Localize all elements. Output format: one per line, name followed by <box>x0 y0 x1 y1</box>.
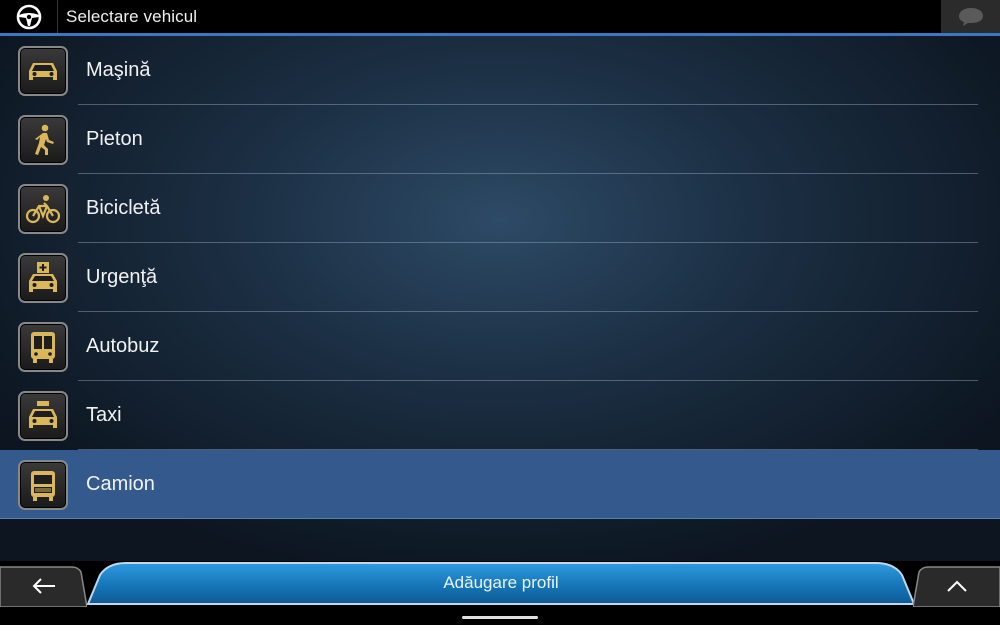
pedestrian-icon <box>18 115 68 165</box>
title-bar: Selectare vehicul <box>0 0 1000 33</box>
vehicle-label: Pieton <box>86 128 143 150</box>
page-title: Selectare vehicul <box>66 6 198 26</box>
steering-wheel-icon[interactable] <box>0 0 58 33</box>
vehicle-label: Maşină <box>86 59 151 81</box>
back-button[interactable] <box>0 564 87 607</box>
scroll-up-button[interactable] <box>913 564 1000 607</box>
row-divider <box>0 518 1000 519</box>
add-profile-label: Adăugare profil <box>443 573 559 592</box>
ambulance-icon <box>18 253 68 303</box>
vehicle-row-taxi[interactable]: Taxi <box>0 381 1000 450</box>
vehicle-row-masina[interactable]: Maşină <box>0 36 1000 105</box>
bus-icon <box>18 322 68 372</box>
vehicle-label: Camion <box>86 473 155 495</box>
speech-bubble-icon <box>958 7 983 26</box>
vehicle-row-bicicleta[interactable]: Bicicletă <box>0 174 1000 243</box>
vehicle-label: Taxi <box>86 404 122 426</box>
bottom-bar: Adăugare profil <box>0 561 1000 625</box>
vehicle-row-urgenta[interactable]: Urgenţă <box>0 243 1000 312</box>
bicycle-icon <box>18 184 68 234</box>
vehicle-label: Autobuz <box>86 335 160 357</box>
car-icon <box>18 46 68 96</box>
vehicle-row-camion[interactable]: Camion <box>0 450 1000 519</box>
vehicle-label: Urgenţă <box>86 266 158 288</box>
taxi-icon <box>18 391 68 441</box>
vehicle-label: Bicicletă <box>86 197 161 219</box>
vehicle-row-autobuz[interactable]: Autobuz <box>0 312 1000 381</box>
home-indicator[interactable] <box>462 616 538 619</box>
vehicle-row-pieton[interactable]: Pieton <box>0 105 1000 174</box>
chat-button[interactable] <box>941 0 1000 33</box>
chevron-up-icon <box>946 580 967 592</box>
back-arrow-icon <box>32 577 55 594</box>
vehicle-list: Maşină Pieton Bicicletă Urgenţă Autobuz … <box>0 36 1000 561</box>
add-profile-button[interactable]: Adăugare profil <box>86 561 916 605</box>
truck-icon <box>18 460 68 510</box>
